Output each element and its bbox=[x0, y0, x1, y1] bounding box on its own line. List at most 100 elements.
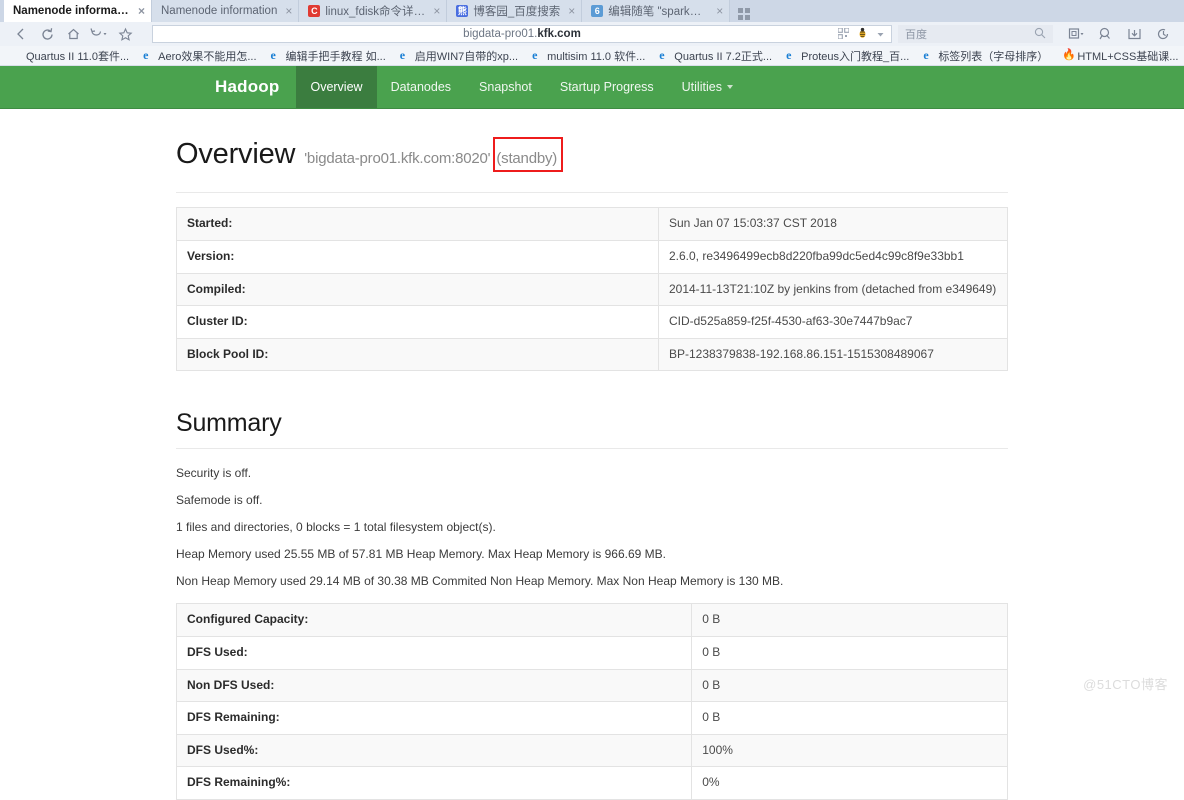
history-clock-icon[interactable] bbox=[1150, 23, 1176, 45]
namenode-info-table: Started: Sun Jan 07 15:03:37 CST 2018 Ve… bbox=[176, 207, 1008, 372]
close-icon[interactable]: × bbox=[430, 5, 440, 17]
bookmark-item[interactable]: e Quartus II 7.2正式... bbox=[652, 48, 779, 64]
chevron-down-icon bbox=[726, 85, 733, 89]
row-key: DFS Used: bbox=[176, 636, 692, 670]
bookmark-item[interactable]: 🔥 HTML+CSS基础课... bbox=[1055, 48, 1184, 64]
screenshot-icon[interactable] bbox=[1063, 23, 1089, 45]
address-bar-icons bbox=[837, 26, 885, 42]
browser-tab[interactable]: Namenode information × bbox=[4, 0, 152, 22]
bookmark-item[interactable]: e 编辑手把手教程 如... bbox=[264, 48, 393, 64]
browser-tab[interactable]: Namenode information × bbox=[152, 0, 300, 22]
row-value: 0% bbox=[691, 766, 1008, 800]
table-row: DFS Used%: 100% bbox=[176, 733, 1008, 767]
row-value: 100% bbox=[691, 733, 1008, 767]
summary-line: Safemode is off. bbox=[176, 493, 263, 508]
search-placeholder: 百度 bbox=[905, 29, 927, 41]
namenode-page: Hadoop Overview Datanodes Snapshot Start… bbox=[0, 66, 1184, 800]
bookmark-item[interactable]: e 启用WIN7自带的xp... bbox=[393, 48, 525, 64]
capacity-table: Configured Capacity: 0 B DFS Used: 0 B N… bbox=[176, 603, 1008, 800]
hadoop-navbar: Hadoop Overview Datanodes Snapshot Start… bbox=[0, 66, 1184, 109]
bookmarks-bar: Quartus II 11.0套件... e Aero效果不能用怎... e 编… bbox=[0, 46, 1184, 66]
row-key: DFS Remaining%: bbox=[176, 766, 692, 800]
search-box[interactable]: 百度 bbox=[898, 25, 1053, 43]
row-key: DFS Used%: bbox=[176, 733, 692, 767]
bookmark-item[interactable]: e 标签列表（字母排序） bbox=[916, 48, 1055, 64]
table-row: DFS Remaining: 0 B bbox=[176, 701, 1008, 735]
tab-list-button[interactable] bbox=[730, 8, 760, 22]
bookmark-item[interactable]: e Proteus入门教程_百... bbox=[779, 48, 916, 64]
row-value: Sun Jan 07 15:03:37 CST 2018 bbox=[657, 207, 1008, 241]
close-icon[interactable]: × bbox=[565, 5, 575, 17]
close-icon[interactable]: × bbox=[713, 5, 723, 17]
ie-icon: e bbox=[270, 48, 276, 62]
tab-label: linux_fdisk命令详解 - jac... bbox=[325, 6, 426, 18]
namenode-host: 'bigdata-pro01.kfk.com:8020' bbox=[304, 150, 491, 167]
overview-heading: Overview bbox=[176, 138, 296, 170]
row-key: Version: bbox=[176, 240, 659, 274]
browser-tab[interactable]: C linux_fdisk命令详解 - jac... × bbox=[299, 0, 448, 22]
bookmark-label: Aero效果不能用怎... bbox=[158, 50, 257, 63]
row-key: Block Pool ID: bbox=[176, 337, 659, 371]
history-dropdown-icon[interactable] bbox=[86, 23, 112, 45]
bookmark-item[interactable]: e Aero效果不能用怎... bbox=[136, 48, 263, 64]
url-prefix: bigdata-pro01. bbox=[463, 28, 538, 40]
bookmark-star-icon[interactable] bbox=[112, 23, 138, 45]
home-icon[interactable] bbox=[60, 23, 86, 45]
zoom-icon[interactable] bbox=[1092, 23, 1118, 45]
nav-overview[interactable]: Overview bbox=[296, 66, 377, 108]
ie-icon: e bbox=[786, 48, 792, 62]
nav-datanodes[interactable]: Datanodes bbox=[377, 66, 465, 108]
page-title: Overview 'bigdata-pro01.kfk.com:8020' (s… bbox=[176, 137, 1008, 180]
standby-highlight-box: (standby) bbox=[493, 137, 564, 173]
tab-label: Namenode information bbox=[13, 5, 130, 17]
table-row: DFS Used: 0 B bbox=[176, 636, 1008, 670]
bookmark-item[interactable]: Quartus II 11.0套件... bbox=[4, 48, 136, 64]
browser-tab[interactable]: 熊 博客园_百度搜索 × bbox=[447, 0, 583, 22]
blank-icon bbox=[11, 50, 22, 61]
qr-code-icon[interactable] bbox=[837, 26, 850, 42]
watermark: @51CTO博客 bbox=[1083, 677, 1168, 692]
table-row: DFS Remaining%: 0% bbox=[176, 766, 1008, 800]
page-container: Overview 'bigdata-pro01.kfk.com:8020' (s… bbox=[176, 109, 1008, 800]
table-row: Configured Capacity: 0 B bbox=[176, 603, 1008, 637]
grid-icon bbox=[738, 8, 751, 20]
summary-divider bbox=[176, 448, 1008, 450]
url-domain: kfk.com bbox=[537, 28, 581, 40]
row-value: 2014-11-13T21:10Z by jenkins from (detac… bbox=[657, 272, 1008, 306]
row-key: Non DFS Used: bbox=[176, 668, 692, 702]
row-value: 0 B bbox=[691, 668, 1008, 702]
row-key: DFS Remaining: bbox=[176, 701, 692, 735]
translate-bee-icon[interactable] bbox=[856, 27, 869, 42]
bookmark-item[interactable]: e multisim 11.0 软件... bbox=[525, 48, 652, 64]
tab-label: Namenode information bbox=[161, 5, 278, 17]
flame-icon: 🔥 bbox=[1062, 49, 1077, 61]
nav-startup-progress[interactable]: Startup Progress bbox=[546, 66, 668, 108]
table-row: Cluster ID: CID-d525a859-f25f-4530-af63-… bbox=[176, 305, 1008, 339]
bookmark-label: Proteus入门教程_百... bbox=[801, 50, 910, 63]
chevron-down-icon[interactable] bbox=[876, 27, 885, 42]
close-icon[interactable]: × bbox=[282, 5, 292, 17]
browser-tab[interactable]: 6 编辑随笔 "spark新闻项... × bbox=[582, 0, 731, 22]
ie-icon: e bbox=[923, 48, 929, 62]
nav-utilities[interactable]: Utilities bbox=[668, 66, 747, 108]
nav-snapshot[interactable]: Snapshot bbox=[465, 66, 546, 108]
summary-line: 1 files and directories, 0 blocks = 1 to… bbox=[176, 520, 496, 535]
close-icon[interactable]: × bbox=[135, 5, 145, 17]
nav-utilities-label: Utilities bbox=[681, 80, 722, 94]
reload-icon[interactable] bbox=[34, 23, 60, 45]
summary-heading: Summary bbox=[176, 409, 282, 438]
hadoop-brand[interactable]: Hadoop bbox=[198, 66, 296, 108]
row-key: Configured Capacity: bbox=[187, 612, 309, 627]
ie-icon: e bbox=[399, 48, 406, 62]
search-icon[interactable] bbox=[1034, 27, 1046, 42]
summary-line: Heap Memory used 25.55 MB of 57.81 MB He… bbox=[176, 547, 666, 562]
address-bar[interactable]: bigdata-pro01.kfk.com bbox=[152, 25, 892, 43]
table-row: Version: 2.6.0, re3496499ecb8d220fba99dc… bbox=[176, 240, 1008, 274]
tab-label: 编辑随笔 "spark新闻项... bbox=[608, 6, 708, 18]
back-icon[interactable] bbox=[8, 23, 34, 45]
bookmark-label: HTML+CSS基础课... bbox=[1077, 50, 1179, 63]
ie-icon: e bbox=[532, 48, 538, 62]
download-icon[interactable] bbox=[1121, 23, 1147, 45]
ie-icon: e bbox=[143, 48, 149, 62]
table-row: Compiled: 2014-11-13T21:10Z by jenkins f… bbox=[176, 272, 1008, 306]
